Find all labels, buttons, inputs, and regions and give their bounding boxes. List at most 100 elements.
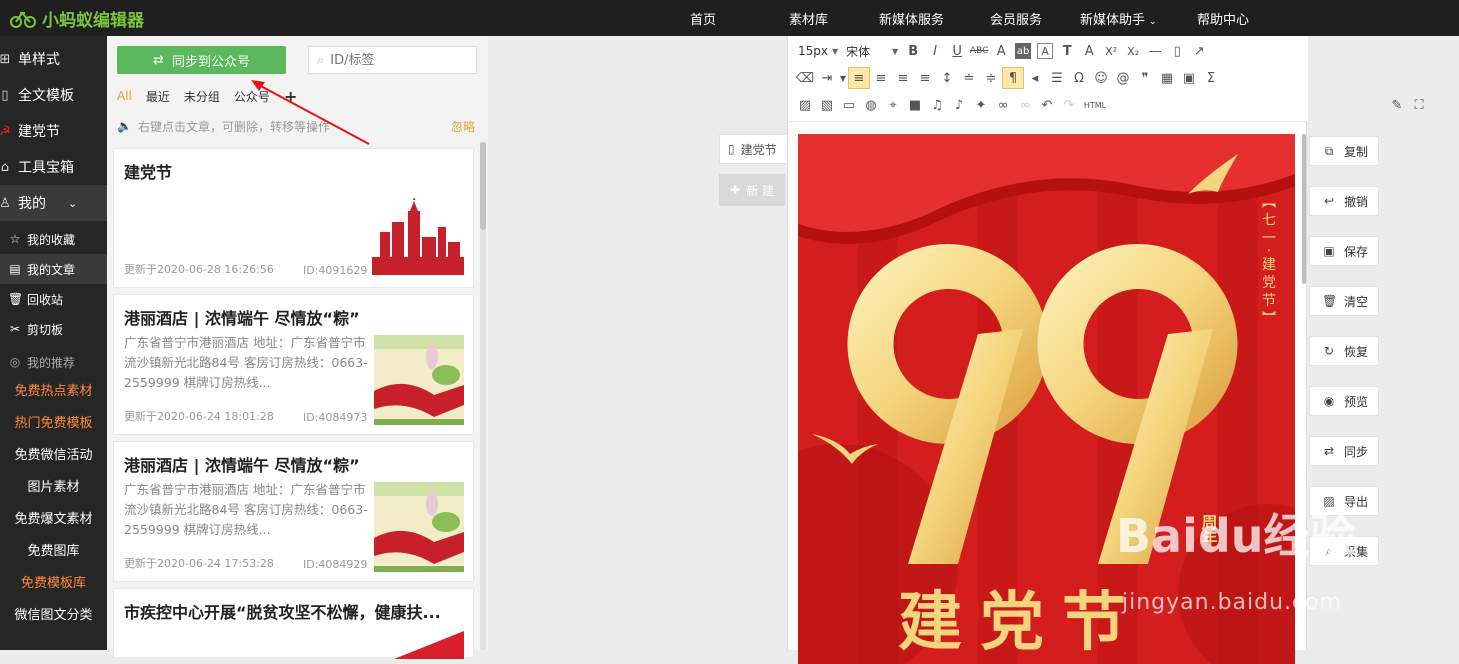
video-icon[interactable]: ■: [904, 94, 926, 116]
sync-to-wechat-button[interactable]: ⇄ 同步到公众号: [117, 46, 286, 74]
undo-icon[interactable]: ↶: [1036, 94, 1058, 116]
promo-hot-template[interactable]: 热门免费模板: [0, 408, 107, 440]
text-box-icon[interactable]: A: [1037, 43, 1054, 59]
article-title: 建党节: [124, 163, 173, 182]
restore-button[interactable]: ↻ 恢复: [1309, 336, 1379, 366]
nav-new-media-assistant[interactable]: 新媒体助手 ⌄: [1080, 9, 1157, 28]
filter-ungrouped[interactable]: 未分组: [184, 88, 220, 105]
list-icon[interactable]: ☰: [1046, 67, 1068, 89]
screen-icon[interactable]: ▭: [838, 94, 860, 116]
promo-hot-material[interactable]: 免费热点素材: [0, 376, 107, 408]
paste-icon[interactable]: ▣: [1178, 67, 1200, 89]
unlink-icon[interactable]: ∞: [1014, 94, 1036, 116]
map-pin-icon[interactable]: ⌖: [882, 94, 904, 116]
sidebar-item-clipboard[interactable]: ✂ 剪切板: [0, 314, 107, 344]
filter-all[interactable]: All: [117, 89, 132, 103]
font-size-select[interactable]: 15px ▼: [794, 44, 842, 58]
editor-scrollbar[interactable]: [1302, 134, 1306, 284]
clear-button[interactable]: 🗑 清空: [1309, 286, 1379, 316]
nav-new-media-service[interactable]: 新媒体服务: [879, 9, 944, 28]
highlight-icon[interactable]: ab: [1015, 43, 1032, 59]
align-center-icon[interactable]: ≡: [870, 67, 892, 89]
align-justify-icon[interactable]: ≡: [914, 67, 936, 89]
redo-icon[interactable]: ↷: [1058, 94, 1080, 116]
indent-icon[interactable]: ⇥: [816, 67, 838, 89]
horizontal-rule-icon[interactable]: —: [1144, 40, 1166, 62]
save-button[interactable]: ▣ 保存: [1309, 236, 1379, 266]
sum-icon[interactable]: Σ: [1200, 67, 1222, 89]
superscript-icon[interactable]: X²: [1100, 40, 1122, 62]
sidebar-item-favorites[interactable]: ☆ 我的收藏: [0, 224, 107, 254]
table-icon[interactable]: ▦: [1156, 67, 1178, 89]
sidebar-item-single-style[interactable]: ⊞ 单样式: [0, 41, 107, 77]
ignore-link[interactable]: 忽略: [451, 118, 475, 135]
promo-template-library[interactable]: 免费模板库: [0, 568, 107, 600]
image-icon[interactable]: ▨: [794, 94, 816, 116]
new-document-button[interactable]: ✚ 新 建: [719, 174, 785, 206]
subscript-icon[interactable]: X₂: [1122, 40, 1144, 62]
palette-icon[interactable]: ◍: [860, 94, 882, 116]
magic-wand-icon[interactable]: ✦: [970, 94, 992, 116]
para-before-icon[interactable]: ≐: [958, 67, 980, 89]
promo-image-material[interactable]: 图片素材: [0, 472, 107, 504]
filter-recent[interactable]: 最近: [146, 88, 170, 105]
sidebar-item-my-articles[interactable]: ▤ 我的文章: [0, 254, 107, 284]
at-icon[interactable]: @: [1112, 67, 1134, 89]
sidebar-item-full-template[interactable]: ▯ 全文模板: [0, 77, 107, 113]
letter-spacing-icon[interactable]: A: [1078, 40, 1100, 62]
sidebar-item-mine[interactable]: ♙ 我的 ⌄: [0, 185, 107, 221]
audio-icon[interactable]: ♫: [926, 94, 948, 116]
search-box[interactable]: ⌕: [308, 46, 477, 74]
text-transform-icon[interactable]: T: [1056, 40, 1078, 62]
omega-icon[interactable]: Ω: [1068, 67, 1090, 89]
sidebar-item-recommend[interactable]: ◎ 我的推荐: [0, 347, 107, 377]
promo-wechat-activity[interactable]: 免费微信活动: [0, 440, 107, 472]
promo-viral-material[interactable]: 免费爆文素材: [0, 504, 107, 536]
bold-icon[interactable]: B: [902, 40, 924, 62]
gallery-icon[interactable]: ▧: [816, 94, 838, 116]
article-card[interactable]: 市疾控中心开展“脱贫攻坚不松懈，健康扶...: [113, 588, 474, 659]
quote-icon[interactable]: ❞: [1134, 67, 1156, 89]
article-card[interactable]: 建党节 更新于2020-06-28 16:26:56 ID:4091629: [113, 148, 474, 288]
eraser-icon[interactable]: ⌫: [794, 67, 816, 89]
page-icon[interactable]: ▯: [1166, 40, 1188, 62]
underline-icon[interactable]: U: [946, 40, 968, 62]
article-card[interactable]: 港丽酒店 | 浓情端午 尽情放“粽” 广东省普宁市港丽酒店 地址：广东省普宁市流…: [113, 441, 474, 582]
sync-button[interactable]: ⇄ 同步: [1309, 436, 1379, 466]
nav-materials[interactable]: 素材库: [789, 9, 828, 28]
preview-button[interactable]: ◉ 预览: [1309, 386, 1379, 416]
align-left-icon[interactable]: ≡: [848, 67, 870, 89]
sidebar-item-toolbox[interactable]: ⌂ 工具宝箱: [0, 149, 107, 185]
italic-icon[interactable]: I: [924, 40, 946, 62]
font-family-select[interactable]: 宋体 ▼: [842, 43, 902, 60]
poster-image[interactable]: 【七一·建党节】 周年 建党节: [798, 134, 1295, 664]
search-input[interactable]: [330, 52, 461, 68]
article-id: ID:4091629: [303, 264, 368, 277]
strikethrough-icon[interactable]: ABC: [968, 40, 990, 62]
promo-wechat-category[interactable]: 微信图文分类: [0, 600, 107, 632]
rtl-icon[interactable]: ◂: [1024, 67, 1046, 89]
music-icon[interactable]: ♪: [948, 94, 970, 116]
panel-scrollbar[interactable]: [480, 142, 486, 650]
align-right-icon[interactable]: ≡: [892, 67, 914, 89]
document-tab[interactable]: ▯ 建党节: [719, 134, 789, 164]
promo-free-gallery[interactable]: 免费图库: [0, 536, 107, 568]
link-icon[interactable]: ∞: [992, 94, 1014, 116]
sidebar-item-party-day[interactable]: ☭ 建党节: [0, 113, 107, 149]
sidebar-item-recycle-bin[interactable]: 🗑 回收站: [0, 284, 107, 314]
para-after-icon[interactable]: ≑: [980, 67, 1002, 89]
font-color-icon[interactable]: A: [990, 40, 1012, 62]
nav-help[interactable]: 帮助中心: [1197, 9, 1249, 28]
copy-button[interactable]: ⧉ 复制: [1309, 136, 1379, 166]
html-source-button[interactable]: HTML: [1080, 94, 1110, 116]
undo-button[interactable]: ↩ 撤销: [1309, 186, 1379, 216]
line-height-icon[interactable]: ↕: [936, 67, 958, 89]
fullscreen-icon[interactable]: ⛶: [1408, 94, 1430, 116]
nav-home[interactable]: 首页: [690, 9, 716, 28]
emoji-icon[interactable]: ☺: [1090, 67, 1112, 89]
nav-member-service[interactable]: 会员服务: [990, 9, 1042, 28]
text-direction-icon[interactable]: ¶: [1002, 67, 1024, 89]
edit-icon[interactable]: ✎: [1386, 94, 1408, 116]
share-icon[interactable]: ↗: [1188, 40, 1210, 62]
article-card[interactable]: 港丽酒店 | 浓情端午 尽情放“粽” 广东省普宁市港丽酒店 地址：广东省普宁市流…: [113, 294, 474, 435]
